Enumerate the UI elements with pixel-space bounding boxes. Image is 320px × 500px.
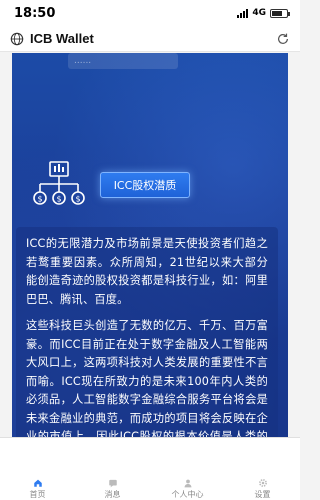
tab-profile-label: 个人中心 — [171, 490, 204, 499]
home-icon — [33, 479, 42, 487]
svg-text:$: $ — [75, 195, 80, 204]
paragraph-1: ICC的无限潜力及市场前景是天使投资者们趋之若鹜重要因素。众所周知，21世纪以来… — [26, 237, 268, 306]
network-label: 4G — [252, 8, 266, 18]
content-scroll[interactable]: ...... $ $ $ ICC股权潜质 ICC的无限潜力及市场前景是天使投资者… — [0, 53, 300, 437]
description-panel: ICC的无限潜力及市场前景是天使投资者们趋之若鹜重要因素。众所周知，21世纪以来… — [16, 227, 278, 437]
battery-icon — [270, 8, 290, 18]
tab-profile[interactable]: 个人中心 — [150, 438, 225, 500]
svg-text:$: $ — [56, 195, 61, 204]
app-header: ICB Wallet — [0, 26, 300, 52]
svg-text:$: $ — [37, 195, 42, 204]
signal-icon — [237, 8, 249, 18]
page-title: ICB Wallet — [30, 31, 94, 46]
user-icon — [184, 479, 191, 488]
refresh-icon[interactable] — [276, 32, 290, 46]
tab-messages-label: 消息 — [104, 490, 121, 499]
tab-home-label: 首页 — [29, 490, 46, 499]
message-icon — [108, 479, 117, 488]
status-icons: 4G — [237, 8, 290, 18]
bottom-tab-bar: 首页 消息 个人中心 设置 — [0, 437, 300, 500]
tab-messages[interactable]: 消息 — [75, 438, 150, 500]
gear-icon — [258, 479, 267, 487]
tab-home[interactable]: 首页 — [0, 438, 75, 500]
status-bar: 18:50 4G — [0, 0, 300, 26]
status-time: 18:50 — [14, 5, 56, 21]
paragraph-2: 这些科技巨头创造了无数的亿万、千万、百万富豪。而ICC目前正在处于数字金融及人工… — [26, 319, 268, 437]
tab-settings[interactable]: 设置 — [225, 438, 300, 500]
previous-section-fragment: ...... — [68, 53, 178, 69]
tab-settings-label: 设置 — [254, 490, 271, 499]
equity-network-icon: $ $ $ — [33, 161, 85, 205]
section-title-button[interactable]: ICC股权潜质 — [100, 172, 190, 198]
globe-icon — [10, 32, 24, 45]
info-card: ...... $ $ $ ICC股权潜质 ICC的无限潜力及市场前景是天使投资者… — [12, 53, 288, 437]
